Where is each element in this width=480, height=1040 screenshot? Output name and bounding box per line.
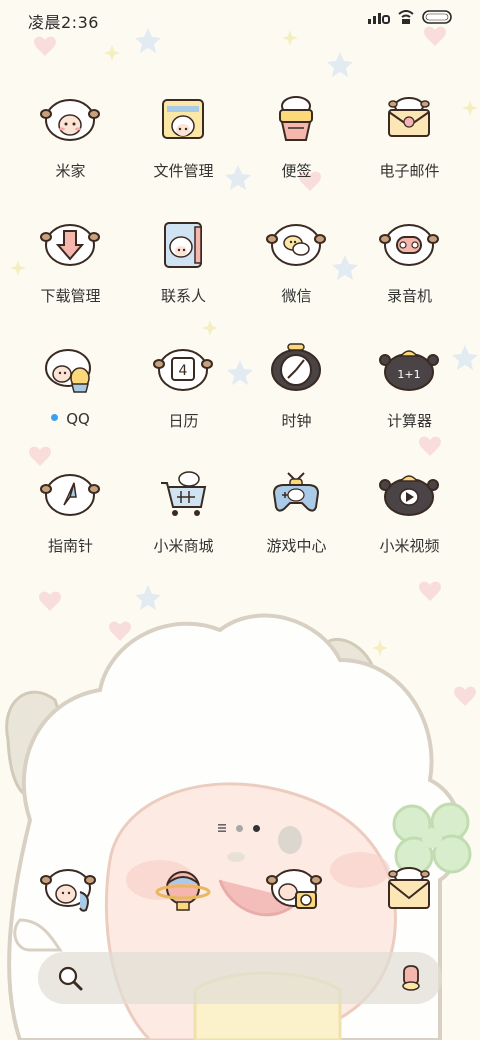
app-qq[interactable]: QQ [14,340,127,450]
app-game-center[interactable]: 游戏中心 [240,465,353,575]
qq-icon [45,349,91,393]
status-icons [368,10,454,24]
browser-icon [155,871,211,911]
dock [0,860,480,932]
app-label: 文件管理 [153,162,214,180]
mi-video-icon [379,475,439,516]
app-email[interactable]: 电子邮件 [353,90,466,200]
app-label: 时钟 [281,412,312,430]
app-recorder[interactable]: 录音机 [353,215,466,325]
app-clock[interactable]: 时钟 [240,340,353,450]
app-label: 微信 [281,287,312,305]
voice-assistant-icon[interactable] [398,964,424,992]
app-download-manager[interactable]: 下载管理 [14,215,127,325]
new-install-dot [51,414,59,421]
app-label: 便签 [281,162,312,180]
game-center-icon [272,472,320,512]
calendar-icon: 4 [153,349,213,391]
app-label: 指南针 [47,537,93,555]
app-mi-store[interactable]: 小米商城 [127,465,240,575]
app-label: 电子邮件 [379,162,440,180]
wechat-icon [266,224,326,266]
app-label: 录音机 [386,287,432,305]
svg-text:1+1: 1+1 [397,368,420,381]
app-label: 计算器 [386,412,432,430]
mi-store-icon [161,471,207,516]
mi-home-icon [40,99,100,141]
dock-app-messages[interactable] [353,860,466,932]
page-indicator[interactable] [218,824,260,832]
app-wechat[interactable]: 微信 [240,215,353,325]
dock-app-browser[interactable] [127,860,240,932]
app-mi-video[interactable]: 小米视频 [353,465,466,575]
file-manager-icon [162,99,204,139]
status-time: 凌晨2:36 [28,13,99,32]
recorder-icon [379,224,439,266]
search-icon[interactable] [56,964,84,992]
app-label: 联系人 [160,287,206,305]
page-dot-active [253,824,260,832]
wifi-icon [398,10,414,24]
compass-icon [40,474,100,516]
app-file-manager[interactable]: 文件管理 [127,90,240,200]
app-calculator[interactable]: 1+1 计算器 [353,340,466,450]
notes-icon [279,96,313,141]
app-notes[interactable]: 便签 [240,90,353,200]
app-contacts[interactable]: 联系人 [127,215,240,325]
app-label: QQ [66,410,90,428]
app-label-row: QQ [14,410,127,428]
page-indicator-menu-icon [218,824,226,832]
camera-icon [266,869,322,909]
dock-app-camera[interactable] [240,860,353,932]
status-bar: 凌晨2:36 [0,0,480,38]
dock-app-phone[interactable] [14,860,127,932]
clock-icon [271,343,321,391]
app-compass[interactable]: 指南针 [14,465,127,575]
signal-icon [368,13,390,24]
search-bar[interactable] [38,952,442,1004]
messages-icon [388,867,430,909]
app-label: 小米视频 [379,537,440,555]
page-dot [236,824,243,832]
battery-icon [422,10,452,24]
app-label: 米家 [55,162,86,180]
app-label: 日历 [168,412,199,430]
app-mi-home[interactable]: 米家 [14,90,127,200]
calendar-day: 4 [179,363,188,379]
email-icon [388,97,430,137]
calculator-icon: 1+1 [379,350,439,391]
contacts-icon [164,222,202,268]
download-manager-icon [40,224,100,266]
phone-icon [40,869,96,912]
app-label: 下载管理 [40,287,101,305]
app-calendar[interactable]: 4 日历 [127,340,240,450]
app-label: 小米商城 [153,537,214,555]
app-label: 游戏中心 [266,537,327,555]
